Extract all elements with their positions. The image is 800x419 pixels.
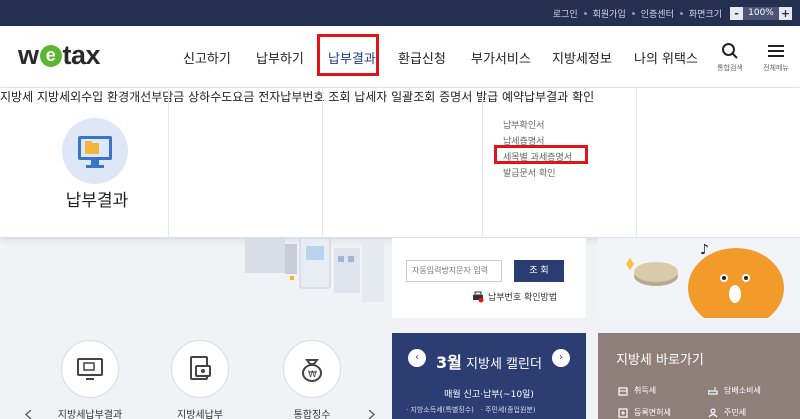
quick-item-integrated-collection[interactable]: ₩ 통합징수 bbox=[282, 340, 342, 419]
shortcut-title: 지방세 바로가기 bbox=[616, 353, 704, 368]
menu-taxpayer-bulk-lookup[interactable]: 납세자 일괄조회 bbox=[354, 90, 435, 104]
local-tax-shortcuts: 지방세 바로가기 취득세 담배소비세 등록면허세 주민세 bbox=[598, 333, 800, 419]
captcha-input[interactable]: 자동입력방지문자 입력 bbox=[406, 260, 502, 282]
search-icon bbox=[722, 43, 738, 59]
menu-reserved-payment-result[interactable]: 예약납부결과 확인 bbox=[502, 90, 594, 104]
separator-dot bbox=[583, 11, 587, 15]
main-header: w e tax 신고하기 납부하기 납부결과 환급신청 부가서비스 지방세정보 나의… bbox=[0, 26, 800, 88]
quick-icon-circle: ₩ bbox=[283, 340, 341, 398]
shortcut-label: 담배소비세 bbox=[724, 386, 761, 395]
house-icon bbox=[618, 386, 628, 396]
shortcut-tobacco-tax[interactable]: 담배소비세 bbox=[708, 385, 761, 396]
logo-text-w: w bbox=[18, 40, 39, 70]
menu-divider bbox=[168, 88, 169, 238]
menu-divider bbox=[322, 88, 323, 238]
menu-local-tax[interactable]: 지방세 bbox=[0, 90, 33, 104]
printer-icon bbox=[473, 291, 484, 302]
shortcut-label: 등록면허세 bbox=[634, 408, 671, 417]
zoom-in-button[interactable]: + bbox=[779, 6, 792, 20]
local-tax-calendar: ‹ 3월 지방세 캘린더 › 매월 신고·납부(~10일) · 지방소득세(특별… bbox=[392, 333, 586, 419]
shortcut-label: 취득세 bbox=[634, 386, 657, 395]
separator-dot bbox=[679, 11, 683, 15]
chevron-right-icon[interactable] bbox=[366, 410, 376, 419]
category-title: 납부결과 bbox=[65, 191, 129, 211]
quick-icon-circle bbox=[61, 340, 119, 398]
shortcut-registration-tax[interactable]: 등록면허세 bbox=[618, 407, 671, 418]
menu-non-tax-revenue[interactable]: 지방세외수입 bbox=[37, 90, 103, 104]
calendar-subtitle: 매월 신고·납부(~10일) bbox=[444, 390, 534, 400]
quick-label: 지방세납부 bbox=[177, 410, 223, 419]
search-caption: 통합검색 bbox=[717, 64, 743, 72]
calendar-item[interactable]: · 지방소득세(특별징수) bbox=[406, 406, 474, 414]
calendar-next-button[interactable]: › bbox=[552, 349, 570, 367]
submenu-issued-doc-check[interactable]: 발급문서 확인 bbox=[503, 166, 556, 179]
nav-report[interactable]: 신고하기 bbox=[183, 48, 231, 67]
nav-highlight-box bbox=[317, 34, 379, 76]
nav-local-tax-info[interactable]: 지방세정보 bbox=[552, 48, 612, 67]
payment-number-help-link[interactable]: 납부번호 확인방법 bbox=[472, 290, 557, 303]
person-icon bbox=[708, 407, 718, 417]
payment-number-help-label: 납부번호 확인방법 bbox=[488, 293, 558, 303]
money-bag-icon: ₩ bbox=[302, 359, 322, 382]
coin-character-icon: ♪ bbox=[598, 238, 800, 318]
nav-my-wetax[interactable]: 나의 위택스 bbox=[634, 48, 698, 67]
quick-icon-circle bbox=[171, 340, 229, 398]
menu-env-charge[interactable]: 환경개선부담금 bbox=[107, 90, 184, 104]
menu-epay-number-lookup[interactable]: 전자납부번호 조회 bbox=[258, 90, 350, 104]
monitor-folder-icon bbox=[78, 136, 112, 168]
shortcut-label: 주민세 bbox=[724, 408, 747, 417]
login-link[interactable]: 로그인 bbox=[553, 7, 578, 20]
menu-water-fee[interactable]: 상하수도요금 bbox=[188, 90, 254, 104]
mega-menu-payment-result: 납부결과 지방세 지방세외수입 환경개선부담금 상하수도요금 전자납부번호 조회… bbox=[0, 88, 800, 238]
document-plus-icon bbox=[618, 407, 628, 418]
hero-illustration bbox=[0, 237, 390, 318]
calendar-month: 3월 bbox=[436, 353, 462, 372]
cigarette-icon bbox=[708, 386, 718, 395]
lookup-button[interactable]: 조 회 bbox=[514, 260, 564, 282]
integrated-search[interactable]: 통합검색 bbox=[712, 42, 748, 73]
calendar-item[interactable]: · 주민세(종업원분) bbox=[481, 406, 536, 414]
promo-banner[interactable]: ♪ bbox=[598, 238, 800, 318]
city-illustration-icon bbox=[245, 237, 384, 302]
signup-link[interactable]: 회원가입 bbox=[593, 7, 626, 20]
nav-extra-services[interactable]: 부가서비스 bbox=[471, 48, 531, 67]
submenu-payment-confirmation[interactable]: 납부확인서 bbox=[503, 118, 544, 131]
utility-links: 로그인 회원가입 인증센터 화면크기 - 100% + bbox=[553, 0, 792, 26]
calendar-items: · 지방소득세(특별징수) · 주민세(종업원분) bbox=[406, 405, 536, 415]
nav-payment[interactable]: 납부하기 bbox=[256, 48, 304, 67]
payment-lookup-box: 자동입력방지문자 입력 조 회 납부번호 확인방법 bbox=[392, 238, 586, 318]
zoom-out-button[interactable]: - bbox=[730, 6, 743, 20]
chevron-left-icon[interactable] bbox=[24, 410, 34, 419]
payment-card-icon bbox=[190, 356, 211, 380]
menu-divider bbox=[636, 88, 637, 238]
wetax-logo[interactable]: w e tax bbox=[18, 40, 101, 71]
quick-item-local-tax-payment[interactable]: 지방세납부 bbox=[170, 340, 230, 419]
quick-label: 지방세납부결과 bbox=[57, 410, 123, 419]
shortcut-resident-tax[interactable]: 주민세 bbox=[708, 407, 746, 418]
allmenu-caption: 전체메뉴 bbox=[763, 64, 789, 72]
quick-item-local-tax-result[interactable]: 지방세납부결과 bbox=[57, 340, 123, 419]
zoom-control: - 100% + bbox=[730, 6, 792, 20]
cert-center-link[interactable]: 인증센터 bbox=[641, 7, 674, 20]
quick-menu: 지방세납부결과 지방세납부 ₩ 통합징수 bbox=[0, 318, 390, 419]
shortcut-acquisition-tax[interactable]: 취득세 bbox=[618, 385, 656, 396]
screen-size-label: 화면크기 bbox=[688, 9, 722, 20]
zoom-value: 100% bbox=[743, 6, 779, 20]
all-menu[interactable]: 전체메뉴 bbox=[758, 42, 794, 73]
svg-text:₩: ₩ bbox=[308, 370, 317, 380]
category-circle bbox=[62, 118, 128, 184]
nav-refund[interactable]: 환급신청 bbox=[398, 48, 446, 67]
logo-text-tax: tax bbox=[62, 40, 101, 70]
menu-certificate-issue[interactable]: 증명서 발급 bbox=[439, 90, 498, 104]
submenu-highlight-box bbox=[494, 145, 588, 164]
menu-divider bbox=[482, 88, 483, 238]
monitor-folder-icon bbox=[77, 358, 103, 380]
calendar-heading: 지방세 캘린더 bbox=[466, 357, 542, 372]
hamburger-menu-icon bbox=[768, 45, 784, 57]
top-utility-bar: 로그인 회원가입 인증센터 화면크기 - 100% + bbox=[0, 0, 800, 26]
quick-label: 통합징수 bbox=[293, 410, 331, 419]
logo-e-icon: e bbox=[39, 44, 62, 67]
separator-dot bbox=[631, 11, 635, 15]
svg-text:♪: ♪ bbox=[700, 242, 709, 258]
